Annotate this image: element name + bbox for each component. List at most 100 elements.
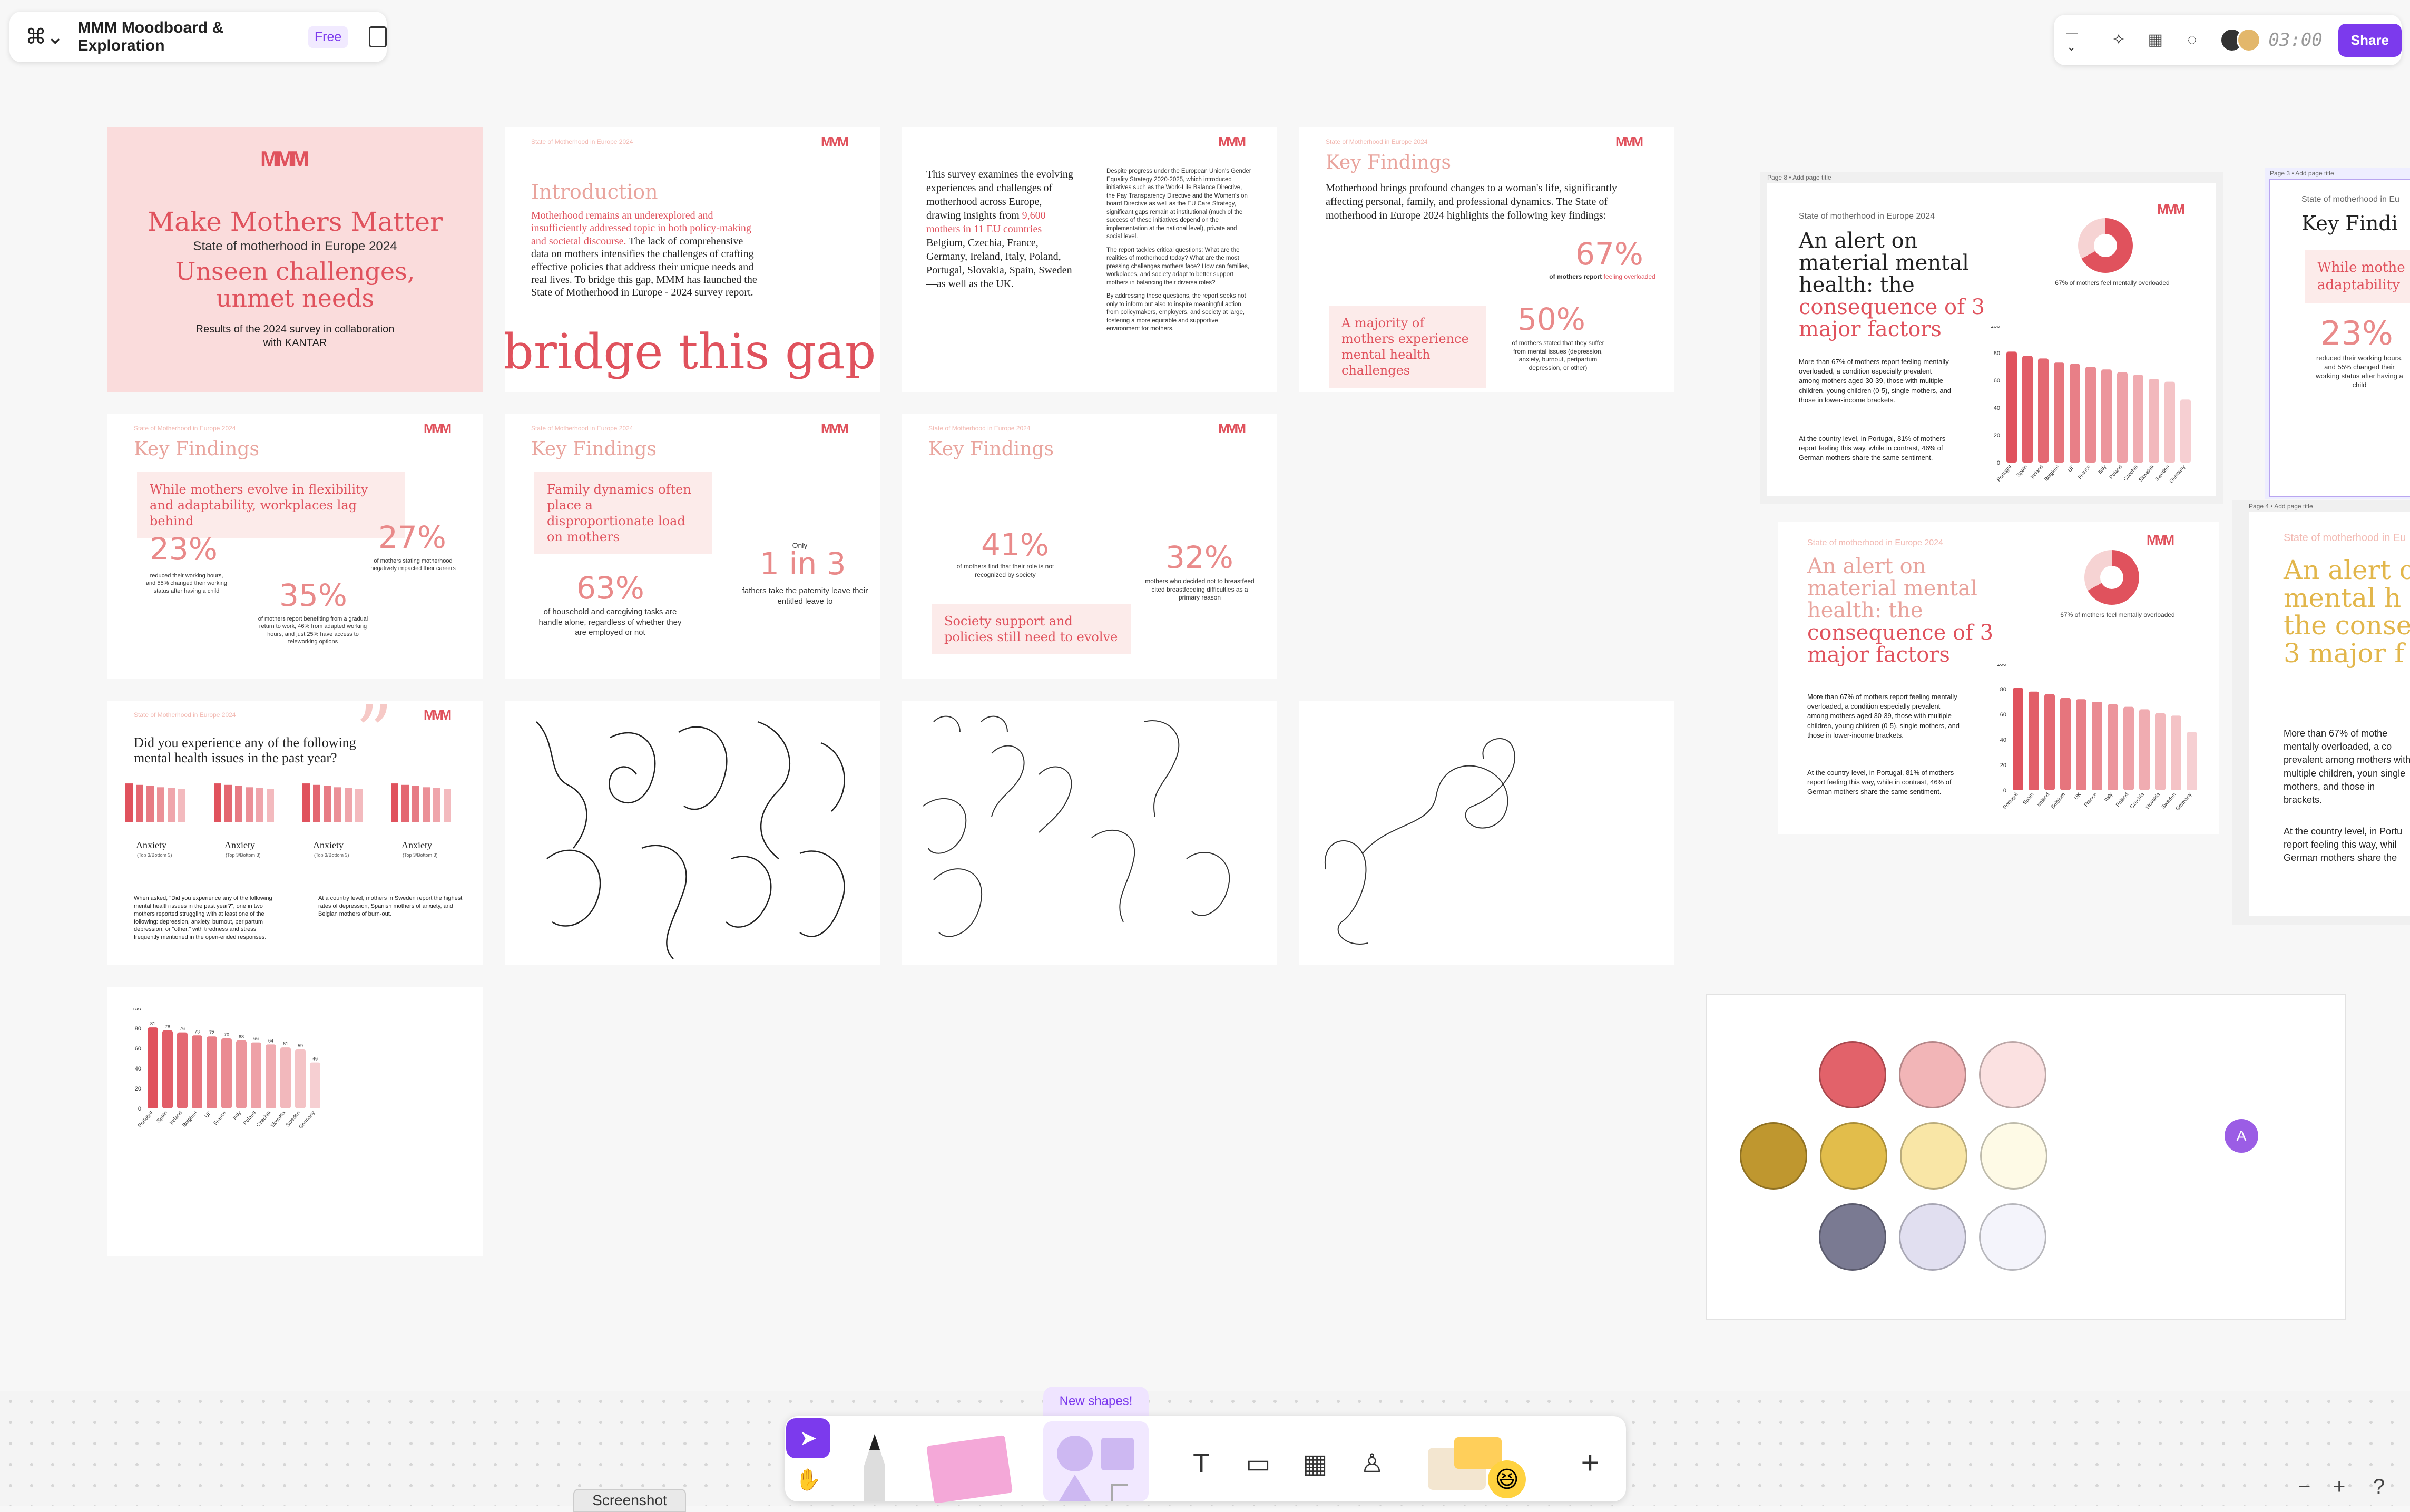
y-tick-label: 20 — [135, 1086, 141, 1092]
mini-chart-label: Anxiety — [401, 840, 432, 850]
frame-key-findings-4[interactable]: State of Motherhood in Europe 2024 MMM K… — [902, 414, 1277, 679]
zoom-in-button[interactable]: + — [2333, 1475, 2345, 1499]
sticky-note-tool-icon[interactable] — [926, 1435, 1013, 1504]
color-swatch[interactable] — [1899, 1041, 1966, 1108]
file-title[interactable]: MMM Moodboard & Exploration — [78, 19, 297, 55]
section-heading: Key Findings — [134, 438, 259, 460]
frame-key-findings-partial[interactable]: State of motherhood in Eu Key Findi Whil… — [2269, 179, 2410, 497]
mini-bar — [412, 786, 419, 822]
shapes-icon — [1057, 1436, 1134, 1501]
mini-bar — [214, 783, 221, 822]
bar-slovakia — [2149, 379, 2159, 463]
select-tool-icon[interactable]: ➤ — [786, 1418, 830, 1458]
ai-sparkle-icon[interactable]: ✧ — [2110, 31, 2128, 49]
timer[interactable]: 03:00 — [2268, 30, 2322, 51]
mini-bar — [355, 789, 363, 822]
widgets-tool-icon[interactable]: 😆 — [1423, 1427, 1544, 1500]
page-label[interactable]: Page 3 • Add page title — [2270, 170, 2334, 177]
frame-mental-health[interactable]: State of Motherhood in Europe 2024 MMM ”… — [107, 701, 483, 965]
more-tools-icon[interactable]: + — [1565, 1437, 1615, 1488]
section-tool-icon[interactable]: ▭ — [1232, 1437, 1285, 1490]
frame-introduction[interactable]: State of Motherhood in Europe 2024 MMM I… — [505, 127, 880, 392]
color-swatch[interactable] — [1980, 1122, 2047, 1190]
color-swatch[interactable] — [1900, 1122, 1967, 1190]
color-swatch[interactable] — [1979, 1041, 2046, 1108]
page-3-group[interactable]: Page 3 • Add page title State of motherh… — [2265, 168, 2410, 499]
color-swatch[interactable] — [1820, 1122, 1887, 1190]
chat-icon[interactable]: ◌ — [2183, 31, 2201, 49]
page-label[interactable]: Page 4 • Add page title — [2249, 503, 2313, 510]
avatar[interactable] — [2237, 28, 2261, 52]
donut-hole — [2100, 566, 2123, 589]
mini-bar-charts: Anxiety (Top 3/Bottom 3) Anxiety (Top 3/Bot… — [125, 783, 451, 858]
mmm-logo-icon: MMM — [821, 420, 849, 436]
mini-bar — [313, 784, 320, 822]
screenshot-tab[interactable]: Screenshot — [573, 1489, 686, 1512]
collaborator-cursor-avatar[interactable]: A — [2225, 1119, 2258, 1153]
frame-alert-partial[interactable]: State of motherhood in Eu An alert o men… — [2249, 512, 2410, 916]
donut-caption: 67% of mothers feel mentally overloaded — [2060, 611, 2175, 618]
avatar-group[interactable] — [2220, 28, 2261, 52]
bar-ireland — [2038, 358, 2049, 463]
layout-icon[interactable]: ▦ — [2147, 31, 2164, 49]
mini-bar — [146, 786, 154, 822]
zoom-out-button[interactable]: − — [2298, 1475, 2310, 1499]
color-swatch[interactable] — [1979, 1203, 2046, 1271]
y-tick-label: 40 — [2000, 737, 2006, 743]
page-8-group[interactable]: Page 8 • Add page title State of motherh… — [1760, 172, 2223, 504]
share-button[interactable]: Share — [2338, 23, 2402, 57]
bar-value-label: 78 — [165, 1024, 170, 1029]
text-tool-icon[interactable]: T — [1175, 1437, 1228, 1490]
hand-tool-icon[interactable]: ✋ — [786, 1460, 830, 1498]
frame-illustrations-3[interactable] — [1299, 701, 1674, 965]
color-swatch[interactable] — [1819, 1041, 1886, 1108]
line-art-stroke — [1091, 829, 1135, 922]
canvas[interactable]: ⌘⌄ MMM Moodboard & Exploration Free — ⌄ … — [0, 0, 2410, 1512]
x-tick-label: Germany — [2168, 464, 2187, 485]
x-tick-label: Italy — [2103, 792, 2114, 803]
x-tick-label: UK — [204, 1110, 213, 1120]
x-tick-label: Czechia — [2123, 464, 2140, 483]
table-tool-icon[interactable]: ▦ — [1289, 1437, 1341, 1490]
widgets-icon: 😆 — [1428, 1437, 1526, 1498]
color-swatch[interactable] — [1899, 1203, 1966, 1271]
pencil-tool-icon[interactable] — [854, 1434, 896, 1501]
kf4-highlight: Society support and policies still need … — [932, 604, 1131, 654]
stat-caption: fathers take the paternity leave their e… — [742, 586, 868, 606]
bar-poland — [2123, 706, 2134, 790]
stamp-tool-icon[interactable]: ♙ — [1346, 1437, 1398, 1490]
mini-bar — [235, 786, 242, 822]
frame-color-palette[interactable] — [1706, 994, 2346, 1320]
mini-chart-sublabel: (Top 3/Bottom 3) — [137, 852, 172, 858]
frame-illustrations-1[interactable] — [505, 701, 880, 965]
color-swatch[interactable] — [1740, 1122, 1807, 1190]
pages-icon[interactable] — [369, 26, 387, 47]
frame-key-findings-3[interactable]: State of Motherhood in Europe 2024 MMM K… — [505, 414, 880, 679]
frame-illustrations-2[interactable] — [902, 701, 1277, 965]
page-4-group[interactable]: Page 4 • Add page title State of motherh… — [2232, 500, 2410, 925]
color-swatch[interactable] — [1819, 1203, 1886, 1271]
line-art-stroke — [933, 868, 983, 937]
zoom-select[interactable]: — ⌄ — [2066, 26, 2091, 54]
shapes-tool-icon[interactable] — [1043, 1421, 1149, 1501]
x-tick-label: Slovakia — [270, 1110, 287, 1129]
alert-paragraph: More than 67% of mothers report feeling … — [1799, 358, 1952, 404]
frame-alert-mental-health-2[interactable]: State of motherhood in Europe 2024 MMM A… — [1778, 522, 2219, 834]
bar-value-label: 72 — [209, 1030, 214, 1035]
frame-key-findings-2[interactable]: State of Motherhood in Europe 2024 MMM K… — [107, 414, 483, 679]
stat-caption: reduced their working hours, and 55% cha… — [145, 573, 228, 594]
frame-cover[interactable]: MMM Make Mothers Matter State of motherh… — [107, 127, 483, 392]
frame-key-findings-1[interactable]: State of Motherhood in Europe 2024 MMM K… — [1299, 127, 1674, 392]
page-label[interactable]: Page 8 • Add page title — [1767, 174, 1831, 181]
help-button[interactable]: ? — [2373, 1475, 2385, 1499]
bar-value-label: 64 — [268, 1038, 273, 1043]
kf3-highlight: Family dynamics often place a disproport… — [534, 472, 712, 554]
bar-value-label: 68 — [239, 1034, 244, 1039]
bar-chart-svg: 0 20 40 60 80 100 Portugal Spain IrelandBelgium U… — [1997, 664, 2197, 812]
frame-bar-chart[interactable]: 0 20 40 60 80 100 81 Portugal 78 Spain 76 Ireland 73… — [107, 987, 483, 1256]
plan-badge[interactable]: Free — [308, 26, 348, 48]
frame-alert-mental-health[interactable]: State of motherhood in Europe 2024 MMM A… — [1767, 183, 2216, 496]
figma-logo-icon[interactable]: ⌘⌄ — [25, 25, 64, 49]
bar-ireland — [2044, 694, 2055, 790]
frame-survey[interactable]: MMM This survey examines the evolving ex… — [902, 127, 1277, 392]
